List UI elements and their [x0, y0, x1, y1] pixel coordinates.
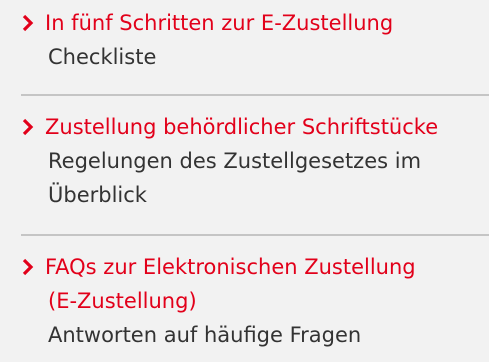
link-faq-e-zustellung[interactable]: FAQs zur Elektronischen Zustellung	[0, 250, 489, 284]
link-description-continued: Überblick	[48, 183, 147, 207]
link-description: Antworten auf häufige Fragen	[48, 323, 362, 347]
chevron-right-icon	[21, 6, 45, 40]
link-description: Regelungen des Zustellgesetzes im	[48, 149, 422, 173]
link-title[interactable]: Zustellung behördlicher Schriftstücke	[45, 110, 438, 144]
divider	[21, 234, 489, 236]
chevron-right-icon	[21, 250, 45, 284]
chevron-right-icon	[21, 110, 45, 144]
list-item: FAQs zur Elektronischen Zustellung (E-Zu…	[0, 250, 489, 352]
list-item: In fünf Schritten zur E-Zustellung Check…	[0, 6, 489, 74]
list-item: Zustellung behördlicher Schriftstücke Re…	[0, 110, 489, 212]
link-list: In fünf Schritten zur E-Zustellung Check…	[0, 0, 489, 362]
link-title-continued[interactable]: (E-Zustellung)	[48, 284, 489, 318]
link-title[interactable]: In fünf Schritten zur E-Zustellung	[45, 6, 393, 40]
link-zustellung-schriftstuecke[interactable]: Zustellung behördlicher Schriftstücke	[0, 110, 489, 144]
link-title[interactable]: FAQs zur Elektronischen Zustellung	[45, 250, 416, 284]
link-description: Checkliste	[48, 45, 157, 69]
link-e-zustellung-steps[interactable]: In fünf Schritten zur E-Zustellung	[0, 6, 489, 40]
divider	[21, 94, 489, 96]
